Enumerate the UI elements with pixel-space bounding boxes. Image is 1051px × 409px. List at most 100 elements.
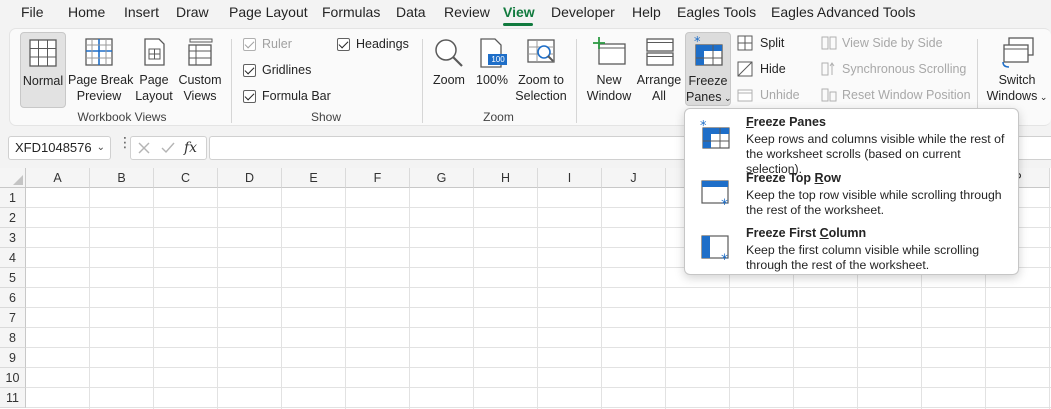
tab-view[interactable]: View xyxy=(503,4,535,20)
arrange-all-label-1: Arrange xyxy=(636,73,682,87)
tab-data[interactable]: Data xyxy=(396,4,426,20)
hide-label: Hide xyxy=(760,62,786,76)
workbook-views-group-label: Workbook Views xyxy=(77,110,167,124)
gridline xyxy=(26,327,1051,328)
svg-text:*: * xyxy=(700,120,707,134)
freeze-top-row-option[interactable]: * Freeze Top Row Keep the top row visibl… xyxy=(685,166,1018,221)
freeze-panes-label-2-text: Panes xyxy=(686,90,722,104)
freeze-panes-option-title: Freeze Panes xyxy=(746,115,826,129)
chevron-down-icon[interactable]: ⌄ xyxy=(97,137,105,159)
column-header[interactable]: A xyxy=(26,168,90,188)
view-side-by-side-button[interactable]: View Side by Side xyxy=(821,35,943,51)
tab-page-layout[interactable]: Page Layout xyxy=(229,4,308,20)
arrange-all-button[interactable]: Arrange All xyxy=(636,32,682,108)
tab-eagles-tools[interactable]: Eagles Tools xyxy=(677,4,756,20)
name-box[interactable]: XFD1048576 ⌄ xyxy=(8,136,111,160)
zoom-to-selection-button[interactable]: Zoom to Selection xyxy=(513,32,569,108)
freeze-first-column-icon: * xyxy=(701,235,729,264)
formula-bar-check-mark xyxy=(243,89,256,103)
unhide-window-icon xyxy=(737,89,753,102)
gridline xyxy=(473,188,474,409)
tab-eagles-advanced-tools[interactable]: Eagles Advanced Tools xyxy=(771,4,916,20)
gridline xyxy=(537,188,538,409)
row-header[interactable]: 4 xyxy=(0,248,26,268)
insert-function-icon[interactable]: fx xyxy=(184,140,197,156)
tab-file[interactable]: File xyxy=(21,4,44,20)
synchronous-scrolling-button[interactable]: Synchronous Scrolling xyxy=(821,61,966,77)
freeze-first-column-option[interactable]: * Freeze First Column Keep the first col… xyxy=(685,221,1018,276)
switch-windows-button[interactable]: Switch Windows ⌄ xyxy=(984,32,1050,108)
column-header[interactable]: C xyxy=(154,168,218,188)
row-header[interactable]: 1 xyxy=(0,188,26,208)
row-header[interactable]: 9 xyxy=(0,348,26,368)
custom-views-button[interactable]: Custom Views xyxy=(176,32,224,108)
ruler-check-mark xyxy=(243,37,256,51)
column-header[interactable]: F xyxy=(346,168,410,188)
freeze-first-column-desc: Keep the first column visible while scro… xyxy=(746,243,980,272)
tab-help[interactable]: Help xyxy=(632,4,661,20)
tab-draw[interactable]: Draw xyxy=(176,4,209,20)
page-layout-label-2: Layout xyxy=(135,89,173,103)
column-header[interactable]: J xyxy=(602,168,666,188)
unhide-window-button[interactable]: Unhide xyxy=(737,87,800,103)
chevron-down-icon: ⌄ xyxy=(1037,92,1048,102)
side-by-side-icon xyxy=(821,36,837,50)
gridlines-checkbox[interactable]: Gridlines xyxy=(243,63,311,77)
zoom-label: Zoom xyxy=(433,73,465,87)
row-header[interactable]: 2 xyxy=(0,208,26,228)
column-header[interactable]: D xyxy=(218,168,282,188)
hide-window-button[interactable]: Hide xyxy=(737,61,786,77)
gridlines-check-mark xyxy=(243,63,256,77)
cancel-icon[interactable] xyxy=(137,141,151,155)
page-layout-view-button[interactable]: Page Layout xyxy=(133,32,175,108)
page-break-label-2: Preview xyxy=(76,89,122,103)
row-header[interactable]: 6 xyxy=(0,288,26,308)
arrange-all-icon xyxy=(646,38,674,66)
gridline xyxy=(601,188,602,409)
split-button[interactable]: Split xyxy=(737,35,784,51)
row-header[interactable]: 5 xyxy=(0,268,26,288)
column-header[interactable]: H xyxy=(474,168,538,188)
freeze-panes-button[interactable]: * Freeze Panes ⌄ xyxy=(685,32,732,106)
switch-windows-icon xyxy=(1002,37,1034,68)
tab-developer[interactable]: Developer xyxy=(551,4,615,20)
tab-insert[interactable]: Insert xyxy=(124,4,159,20)
row-header[interactable]: 8 xyxy=(0,328,26,348)
new-window-button[interactable]: New Window xyxy=(584,32,634,108)
svg-text:*: * xyxy=(721,252,728,264)
tab-home[interactable]: Home xyxy=(68,4,105,20)
row-header[interactable]: 3 xyxy=(0,228,26,248)
gridline xyxy=(26,367,1051,368)
more-options-icon[interactable]: ⋮ xyxy=(118,135,132,149)
zoom-100-button[interactable]: 100 100% xyxy=(473,32,511,108)
row-header[interactable]: 10 xyxy=(0,368,26,388)
headings-check-mark xyxy=(337,37,350,51)
gridline xyxy=(281,188,282,409)
formula-bar-checkbox[interactable]: Formula Bar xyxy=(243,89,331,103)
enter-check-icon[interactable] xyxy=(160,141,176,155)
freeze-panes-option-icon: * xyxy=(700,120,730,149)
switch-windows-label-2: Windows ⌄ xyxy=(984,88,1050,105)
select-all-corner[interactable] xyxy=(0,168,26,188)
reset-window-position-button[interactable]: Reset Window Position xyxy=(821,87,971,103)
new-window-label-2: Window xyxy=(586,89,632,103)
tab-review[interactable]: Review xyxy=(444,4,490,20)
normal-view-button[interactable]: Normal xyxy=(20,32,66,108)
column-header[interactable]: G xyxy=(410,168,474,188)
tab-formulas[interactable]: Formulas xyxy=(322,4,380,20)
freeze-panes-option[interactable]: * Freeze Panes Keep rows and columns vis… xyxy=(685,110,1018,176)
page-break-preview-button[interactable]: Page Break Preview xyxy=(68,32,133,108)
svg-text:*: * xyxy=(721,197,728,209)
reset-position-label: Reset Window Position xyxy=(842,88,971,102)
row-header[interactable]: 11 xyxy=(0,388,26,408)
column-header[interactable]: E xyxy=(282,168,346,188)
row-header[interactable]: 7 xyxy=(0,308,26,328)
svg-text:*: * xyxy=(694,36,701,50)
column-header[interactable]: I xyxy=(538,168,602,188)
headings-checkbox[interactable]: Headings xyxy=(337,37,409,51)
ruler-label: Ruler xyxy=(262,37,292,51)
page-break-preview-icon xyxy=(85,38,113,66)
ruler-checkbox[interactable]: Ruler xyxy=(243,37,292,51)
zoom-button[interactable]: Zoom xyxy=(428,32,470,108)
column-header[interactable]: B xyxy=(90,168,154,188)
